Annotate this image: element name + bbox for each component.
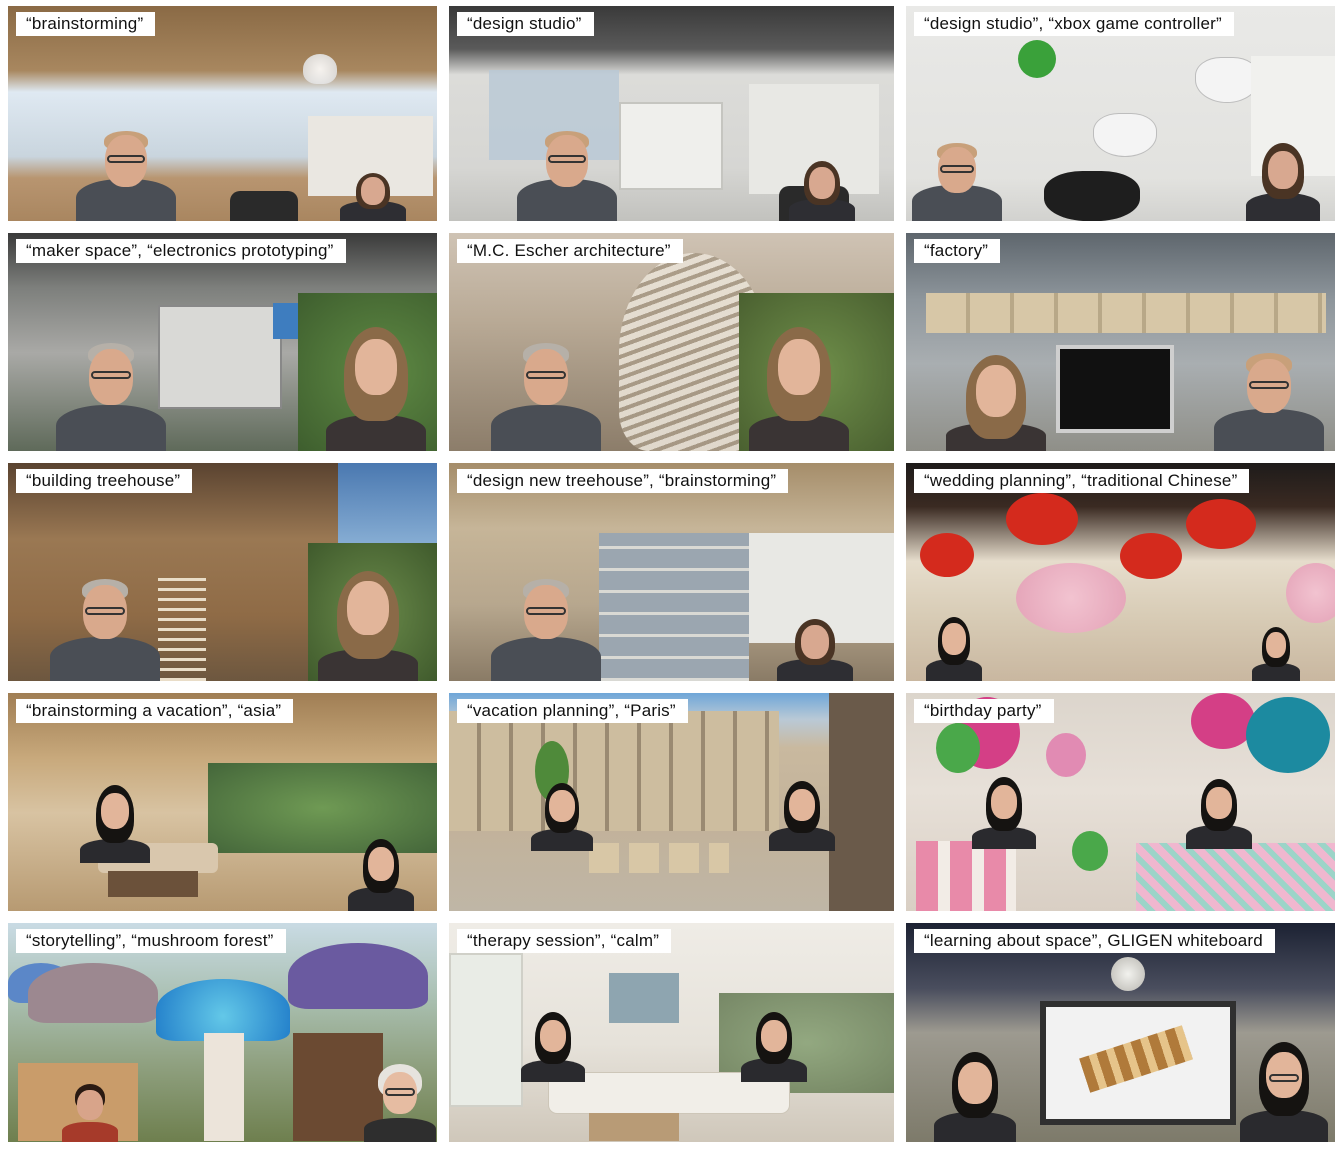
bookshelf bbox=[599, 533, 749, 681]
balloon-teal bbox=[1246, 697, 1330, 773]
scene-tile-birthday: “birthday party” bbox=[906, 693, 1335, 911]
scene-tile-escher: “M.C. Escher architecture” bbox=[449, 233, 894, 451]
scene-tile-vacation-asia: “brainstorming a vacation”, “asia” bbox=[8, 693, 437, 911]
controller-white bbox=[1094, 114, 1156, 156]
bookshelf bbox=[619, 102, 723, 190]
prompt-caption: “wedding planning”, “traditional Chinese… bbox=[914, 469, 1250, 493]
prompt-caption: “storytelling”, “mushroom forest” bbox=[16, 929, 286, 953]
scene-tile-wedding: “wedding planning”, “traditional Chinese… bbox=[906, 463, 1335, 681]
prompt-caption: “maker space”, “electronics prototyping” bbox=[16, 239, 346, 263]
mushroom-purple bbox=[288, 943, 428, 1009]
person-asian-woman bbox=[934, 1052, 1016, 1142]
person-man bbox=[76, 129, 176, 221]
balloon-pink bbox=[1191, 693, 1255, 749]
armchair bbox=[230, 191, 298, 221]
person-man bbox=[491, 577, 601, 681]
person-asian-woman bbox=[1186, 779, 1252, 849]
scene-tile-xbox: “design studio”, “xbox game controller” bbox=[906, 6, 1335, 221]
scene-tile-maker-space: “maker space”, “electronics prototyping” bbox=[8, 233, 437, 451]
person-woman bbox=[1246, 143, 1320, 221]
party-table bbox=[1136, 843, 1335, 911]
person-asian-woman bbox=[972, 777, 1036, 849]
person-asian-woman bbox=[741, 1012, 807, 1082]
scene-tile-design-treehouse: “design new treehouse”, “brainstorming” bbox=[449, 463, 894, 681]
person-woman bbox=[777, 619, 853, 681]
person-woman bbox=[946, 355, 1046, 451]
building-facade bbox=[449, 711, 779, 831]
coffee-table bbox=[589, 1113, 679, 1141]
person-asian-woman bbox=[531, 783, 593, 851]
balloon-green bbox=[936, 723, 980, 773]
pink-chairs bbox=[916, 841, 1016, 911]
person-man bbox=[517, 129, 617, 221]
prompt-caption: “brainstorming” bbox=[16, 12, 156, 36]
balloon-pink bbox=[1046, 733, 1086, 777]
ladder bbox=[158, 573, 206, 681]
person-man bbox=[50, 577, 160, 681]
prompt-caption: “birthday party” bbox=[914, 699, 1054, 723]
chandelier bbox=[303, 54, 337, 84]
scene-tile-design-studio: “design studio” bbox=[449, 6, 894, 221]
prompt-caption: “building treehouse” bbox=[16, 469, 193, 493]
red-lantern bbox=[1006, 493, 1078, 545]
scene-tile-treehouse: “building treehouse” bbox=[8, 463, 437, 681]
window bbox=[449, 953, 523, 1107]
prompt-caption: “M.C. Escher architecture” bbox=[457, 239, 683, 263]
red-lantern bbox=[1186, 499, 1256, 549]
prompt-caption: “vacation planning”, “Paris” bbox=[457, 699, 688, 723]
wall-painting bbox=[609, 973, 679, 1023]
planet bbox=[1111, 957, 1145, 991]
scene-tile-brainstorming: “brainstorming” bbox=[8, 6, 437, 221]
person-man bbox=[491, 341, 601, 451]
mushroom-blue bbox=[156, 979, 290, 1041]
cherry-blossom-tree bbox=[1016, 563, 1126, 633]
controller-white-2 bbox=[1196, 58, 1258, 102]
prompt-caption: “therapy session”, “calm” bbox=[457, 929, 672, 953]
scene-grid: “brainstorming” “design studio” “design … bbox=[8, 6, 1336, 1154]
prompt-caption: “factory” bbox=[914, 239, 1001, 263]
balloon-green bbox=[1072, 831, 1108, 871]
person-woman bbox=[789, 161, 855, 221]
xbox-logo bbox=[1018, 40, 1056, 78]
person-asian-woman bbox=[1252, 627, 1300, 681]
person-woman bbox=[340, 173, 406, 221]
person-asian-woman bbox=[348, 839, 414, 911]
person-woman bbox=[326, 327, 426, 451]
person-asian-woman bbox=[1240, 1042, 1328, 1142]
prompt-caption: “design new treehouse”, “brainstorming” bbox=[457, 469, 789, 493]
person-man bbox=[56, 341, 166, 451]
red-lantern bbox=[920, 533, 974, 577]
person-man bbox=[1214, 351, 1324, 451]
controller-black bbox=[1044, 171, 1140, 221]
prompt-caption: “brainstorming a vacation”, “asia” bbox=[16, 699, 294, 723]
shelving-boxes bbox=[926, 293, 1326, 333]
mushroom-tall bbox=[28, 963, 158, 1023]
person-woman bbox=[749, 327, 849, 451]
scene-tile-therapy: “therapy session”, “calm” bbox=[449, 923, 894, 1142]
red-lantern bbox=[1120, 533, 1182, 579]
person-woman bbox=[318, 571, 418, 681]
person-asian-woman bbox=[521, 1012, 585, 1082]
person-asian-woman bbox=[80, 785, 150, 863]
dark-arch bbox=[829, 693, 894, 911]
scene-tile-mushroom-forest: “storytelling”, “mushroom forest” bbox=[8, 923, 437, 1142]
person-child bbox=[62, 1084, 118, 1142]
scene-tile-paris: “vacation planning”, “Paris” bbox=[449, 693, 894, 911]
person-man bbox=[912, 141, 1002, 221]
cad-monitor bbox=[1056, 345, 1174, 433]
mushroom-stem bbox=[204, 1033, 244, 1141]
lab-equipment bbox=[158, 305, 282, 409]
prompt-caption: “design studio” bbox=[457, 12, 594, 36]
scene-tile-factory: “factory” bbox=[906, 233, 1335, 451]
person-asian-woman bbox=[926, 617, 982, 681]
scene-tile-space-learning: “learning about space”, GLIGEN whiteboar… bbox=[906, 923, 1335, 1142]
patio-chairs bbox=[589, 843, 729, 873]
coffee-table bbox=[108, 871, 198, 897]
person-asian-woman bbox=[769, 781, 835, 851]
prompt-caption: “learning about space”, GLIGEN whiteboar… bbox=[914, 929, 1275, 953]
prompt-caption: “design studio”, “xbox game controller” bbox=[914, 12, 1234, 36]
person-old-woman bbox=[364, 1064, 436, 1142]
